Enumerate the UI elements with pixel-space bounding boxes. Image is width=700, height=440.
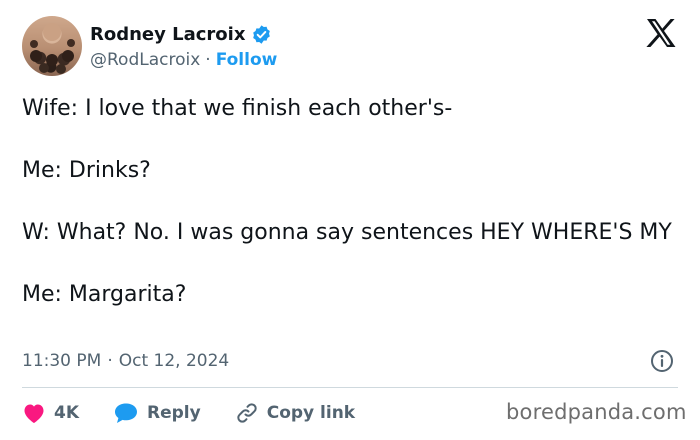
copy-link-button[interactable]: Copy link <box>235 401 355 425</box>
tweet-time: 11:30 PM <box>22 351 102 371</box>
tweet-date: Oct 12, 2024 <box>118 351 230 371</box>
separator-dot: · <box>107 351 113 371</box>
tweet-paragraph: W: What? No. I was gonna say sentences H… <box>22 220 672 245</box>
x-logo-icon[interactable] <box>645 18 677 48</box>
link-icon <box>237 403 257 423</box>
tweet-timestamp[interactable]: 11:30 PM · Oct 12, 2024 <box>22 348 229 374</box>
follow-button[interactable]: Follow <box>216 50 278 70</box>
tweet-card: Rodney Lacroix @RodLacroix · Follow Wife… <box>0 0 700 440</box>
tweet-actions: 4K Reply Copy link <box>22 400 389 426</box>
watermark: boredpanda.com <box>506 400 687 424</box>
separator-dot: · <box>205 50 211 70</box>
tweet-paragraph: Wife: I love that we finish each other's… <box>22 96 453 121</box>
author-name-row: Rodney Lacroix <box>90 22 272 46</box>
like-count: 4K <box>54 403 80 423</box>
reply-button[interactable]: Reply <box>113 402 201 424</box>
tweet-text: Wife: I love that we finish each other's… <box>22 94 672 310</box>
avatar[interactable] <box>22 16 82 76</box>
heart-icon <box>24 404 44 423</box>
copy-link-label: Copy link <box>266 403 356 423</box>
tweet-paragraph: Me: Margarita? <box>22 282 187 307</box>
tweet-paragraph: Me: Drinks? <box>22 158 151 183</box>
author-handle[interactable]: @RodLacroix <box>90 50 200 70</box>
reply-bubble-icon <box>115 403 138 423</box>
author-handle-row: @RodLacroix · Follow <box>90 48 277 72</box>
like-button[interactable]: 4K <box>22 402 79 424</box>
divider <box>22 387 678 388</box>
info-icon[interactable] <box>650 349 674 373</box>
author-display-name[interactable]: Rodney Lacroix <box>90 24 245 45</box>
reply-label: Reply <box>147 403 201 423</box>
verified-badge-icon <box>251 24 272 45</box>
